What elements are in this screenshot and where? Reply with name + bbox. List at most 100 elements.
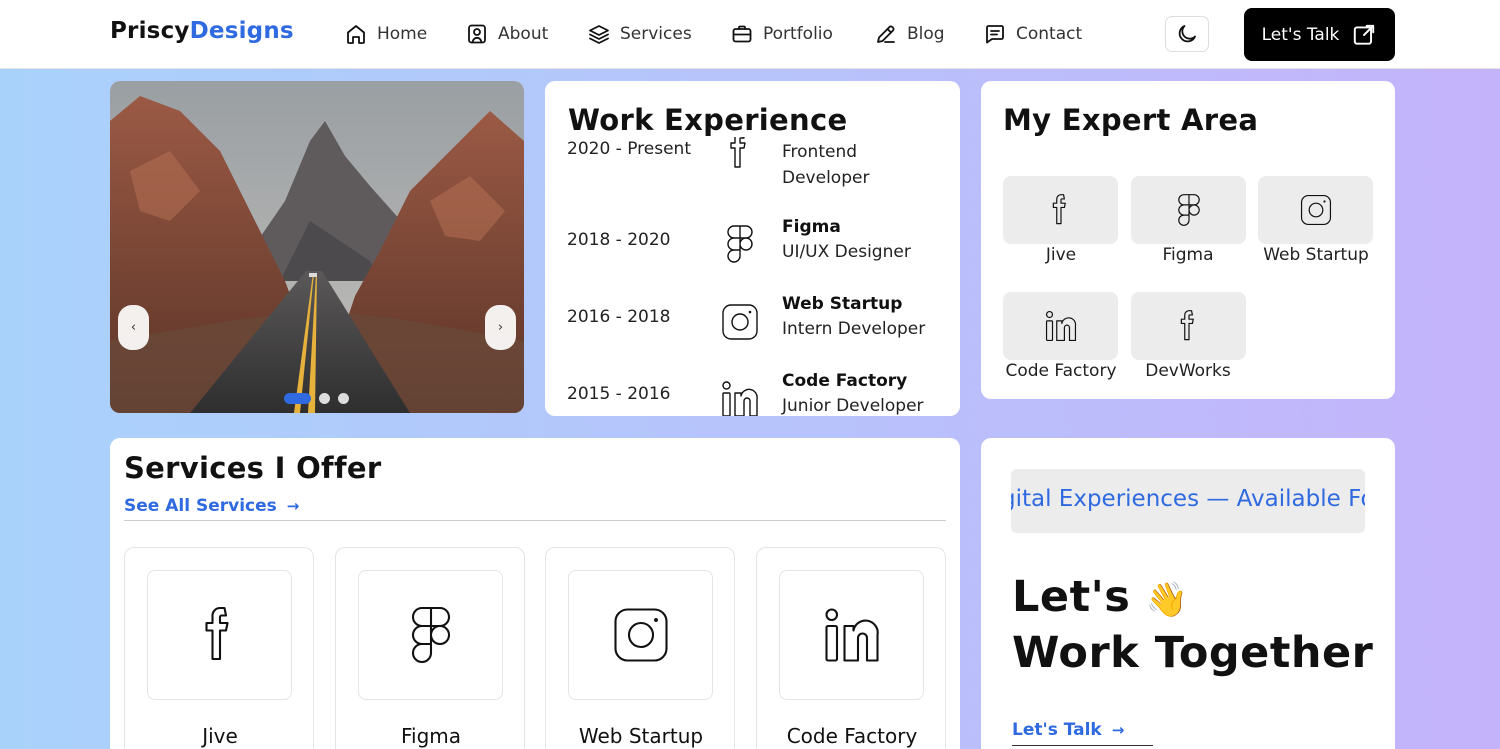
arrow-right-icon: → xyxy=(286,497,300,515)
figma-icon xyxy=(411,606,450,664)
instagram-icon xyxy=(1300,194,1331,226)
exp-company: Web Startup xyxy=(782,294,903,314)
service-card[interactable]: Code Factory xyxy=(756,547,946,749)
waving-hand-icon: 👋 xyxy=(1145,580,1189,620)
slider-dot-active[interactable] xyxy=(284,393,311,404)
exp-date: 2020 - Present xyxy=(567,139,691,159)
linkedin-icon xyxy=(722,381,758,416)
expert-tile-label: Web Startup xyxy=(1263,245,1369,265)
work-together-card: gital Experiences — Available For Hi Let… xyxy=(981,438,1395,749)
nav-about[interactable]: About xyxy=(465,20,548,48)
lets-talk-button[interactable]: Let's Talk xyxy=(1244,8,1395,61)
brand-name-part2: Designs xyxy=(189,18,294,44)
brand-name-part1: Priscy xyxy=(110,18,190,44)
see-all-services-link[interactable]: See All Services → xyxy=(124,496,299,516)
briefcase-icon xyxy=(732,25,752,43)
service-icon-box xyxy=(358,570,503,700)
expert-tile[interactable] xyxy=(1003,292,1118,360)
nav-blog-label: Blog xyxy=(907,24,945,44)
nav-portfolio[interactable]: Portfolio xyxy=(730,20,833,48)
service-icon-box xyxy=(147,570,292,700)
exp-date: 2015 - 2016 xyxy=(567,384,671,404)
instagram-icon xyxy=(613,608,668,662)
nav-about-label: About xyxy=(498,24,549,44)
arrow-right-icon: → xyxy=(1111,721,1125,739)
expert-area-card: My Expert Area Jive Figma Web Startup Co… xyxy=(981,81,1395,399)
figma-icon xyxy=(727,225,753,263)
service-card[interactable]: Figma xyxy=(335,547,525,749)
slider-dot[interactable] xyxy=(319,393,330,404)
slider-next-button[interactable]: › xyxy=(485,305,516,350)
service-icon-box xyxy=(568,570,713,700)
image-slider[interactable]: ‹ › xyxy=(110,81,524,413)
external-link-icon xyxy=(1354,24,1375,45)
pen-icon xyxy=(877,25,895,43)
services-card: Services I Offer See All Services → Jive… xyxy=(110,438,960,749)
brand-logo[interactable]: PriscyDesigns xyxy=(110,18,294,44)
nav-portfolio-label: Portfolio xyxy=(763,24,833,44)
nav-contact-label: Contact xyxy=(1016,24,1083,44)
marquee-text: gital Experiences — Available For Hi xyxy=(1011,486,1365,512)
exp-date: 2016 - 2018 xyxy=(567,307,671,327)
exp-role: Junior Developer xyxy=(782,396,924,416)
availability-marquee: gital Experiences — Available For Hi xyxy=(1011,469,1365,533)
expert-tile-label: Jive xyxy=(1045,245,1077,265)
slider-dot[interactable] xyxy=(338,393,349,404)
facebook-icon xyxy=(1052,194,1066,225)
divider xyxy=(124,520,946,521)
service-card[interactable]: Jive xyxy=(124,547,314,749)
linkedin-icon xyxy=(1045,310,1076,342)
instagram-icon xyxy=(722,304,758,340)
linkedin-icon xyxy=(824,608,879,662)
layers-icon xyxy=(589,25,609,44)
cta-heading-line1: Let's 👋 xyxy=(1012,572,1189,622)
facebook-icon xyxy=(204,606,229,661)
facebook-icon xyxy=(1180,310,1194,341)
see-all-services-label: See All Services xyxy=(124,496,277,516)
nav-blog[interactable]: Blog xyxy=(874,20,945,48)
user-square-icon xyxy=(468,24,486,44)
link-underline xyxy=(1012,745,1153,746)
expert-tile-label: Code Factory xyxy=(1005,361,1117,381)
service-label: Code Factory xyxy=(786,724,918,748)
lets-talk-link-label: Let's Talk xyxy=(1012,720,1102,740)
cta-heading-lets: Let's xyxy=(1012,572,1131,622)
theme-toggle-button[interactable] xyxy=(1165,16,1209,52)
lets-talk-label: Let's Talk xyxy=(1261,24,1340,45)
expert-tile[interactable] xyxy=(1258,176,1373,244)
top-navbar: PriscyDesigns Home About Services Portfo… xyxy=(0,0,1500,69)
nav-home-label: Home xyxy=(377,24,428,44)
service-card[interactable]: Web Startup xyxy=(545,547,735,749)
service-label: Jive xyxy=(202,724,238,748)
chat-icon xyxy=(986,25,1004,44)
exp-role: UI/UX Designer xyxy=(782,242,911,262)
work-experience-list: 2020 - Present Frontend Developer 2018 -… xyxy=(545,137,960,416)
nav-contact[interactable]: Contact xyxy=(983,20,1082,48)
exp-company: Code Factory xyxy=(782,371,908,391)
expert-area-title: My Expert Area xyxy=(1003,103,1259,137)
slider-prev-button[interactable]: ‹ xyxy=(118,305,149,350)
facebook-icon xyxy=(730,137,746,168)
exp-role: Intern Developer xyxy=(782,319,926,339)
expert-tile[interactable] xyxy=(1131,292,1246,360)
expert-tile[interactable] xyxy=(1131,176,1246,244)
cta-heading-line2: Work Together xyxy=(1012,628,1374,678)
service-icon-box xyxy=(779,570,924,700)
expert-tile-label: DevWorks xyxy=(1145,361,1231,381)
service-label: Figma xyxy=(400,724,462,748)
nav-services-label: Services xyxy=(620,24,692,44)
exp-role: Frontend Developer xyxy=(782,142,870,188)
home-icon xyxy=(347,25,365,44)
nav-services[interactable]: Services xyxy=(587,20,692,48)
desert-road-photo xyxy=(110,81,524,413)
expert-tile[interactable] xyxy=(1003,176,1118,244)
service-label: Web Startup xyxy=(578,724,704,748)
exp-date: 2018 - 2020 xyxy=(567,230,671,250)
lets-talk-link[interactable]: Let's Talk → xyxy=(1012,720,1124,740)
work-experience-card: Work Experience 2020 - Present Frontend … xyxy=(545,81,960,416)
expert-tile-label: Figma xyxy=(1162,245,1214,265)
services-title: Services I Offer xyxy=(124,451,382,485)
work-experience-title: Work Experience xyxy=(568,103,848,137)
moon-icon xyxy=(1178,25,1196,43)
nav-home[interactable]: Home xyxy=(344,20,427,48)
